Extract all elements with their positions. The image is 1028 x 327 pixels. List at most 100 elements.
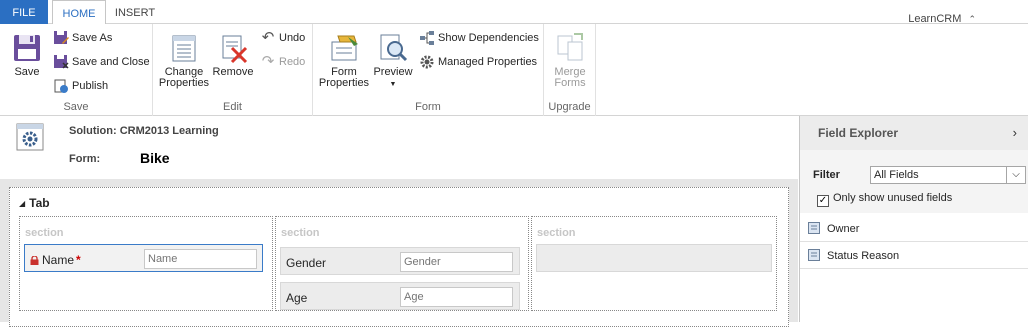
field-list-item-status-reason[interactable]: Status Reason — [800, 243, 1028, 269]
field-name-label: Name * — [30, 253, 81, 267]
remove-button[interactable]: Remove — [212, 32, 254, 78]
publish-icon — [54, 79, 68, 94]
ribbon-group-form-label: Form — [415, 101, 441, 113]
merge-forms-icon — [557, 33, 583, 61]
gear-icon — [420, 55, 434, 69]
tab-home[interactable]: HOME — [52, 0, 106, 25]
chevron-down-icon[interactable]: ⌵ — [1006, 167, 1025, 183]
filter-dropdown-value: All Fields — [874, 169, 919, 181]
save-as-button[interactable]: Save As — [53, 29, 112, 47]
preview-label: Preview — [373, 66, 413, 78]
user-name-truncated — [908, 2, 976, 12]
undo-button[interactable]: ↶ Undo — [260, 29, 306, 47]
section-1[interactable]: section Name * — [19, 216, 273, 311]
entity-settings-icon — [16, 123, 44, 151]
form-tab[interactable]: ◢ Tab section Name* section Gender — [9, 187, 789, 327]
save-button[interactable]: Save — [9, 32, 45, 78]
field-list-item-label: Owner — [827, 223, 860, 235]
ribbon: Save Save As Save and Close Publish Save — [0, 24, 1028, 116]
section-label: section — [281, 227, 320, 239]
tab-file[interactable]: FILE — [0, 0, 48, 24]
field-explorer-filter: Filter All Fields ⌵ ✓ Only show unused fi… — [800, 150, 1028, 213]
ribbon-group-upgrade: Merge Forms Upgrade — [544, 24, 596, 116]
filter-label: Filter — [813, 169, 840, 181]
managed-properties-label: Managed Properties — [438, 56, 538, 68]
publish-label: Publish — [72, 80, 109, 92]
field-explorer-header: Field Explorer › — [800, 116, 1028, 150]
form-header: Solution: CRM2013 Learning Form: Bike — [0, 116, 798, 179]
save-as-label: Save As — [72, 32, 113, 44]
only-unused-checkbox-row[interactable]: ✓ Only show unused fields — [817, 192, 952, 207]
section-3[interactable]: section — [531, 216, 777, 311]
remove-label: Remove — [212, 66, 254, 78]
ribbon-group-upgrade-label: Upgrade — [548, 101, 591, 113]
form-label: Form: — [69, 153, 101, 165]
field-list-item-owner[interactable]: Owner — [800, 216, 1028, 242]
ribbon-group-form: Form Properties Preview ▼ Show Dependenc… — [313, 24, 544, 116]
save-and-close-icon — [54, 55, 69, 69]
field-name[interactable]: Name * — [24, 244, 263, 272]
redo-icon: ↷ — [261, 53, 275, 71]
required-asterisk: * — [76, 253, 81, 267]
lock-icon — [30, 256, 39, 265]
undo-icon: ↶ — [261, 29, 275, 47]
undo-label: Undo — [279, 32, 306, 44]
redo-button[interactable]: ↷ Redo — [260, 53, 306, 71]
form-properties-label-2: Properties — [318, 77, 370, 89]
tab-insert[interactable]: INSERT — [110, 0, 160, 24]
save-and-close-label: Save and Close — [72, 56, 150, 68]
user-area[interactable]: LearnCRM ⌃ — [908, 2, 976, 25]
preview-dropdown-icon: ▼ — [389, 81, 397, 88]
form-properties-button[interactable]: Form Properties — [318, 32, 370, 89]
field-name-text: Name — [42, 253, 75, 267]
field-gender-label: Gender — [286, 256, 327, 270]
form-properties-icon — [331, 35, 358, 61]
field-icon — [808, 222, 820, 234]
tab-header[interactable]: ◢ Tab — [19, 196, 50, 210]
field-gender[interactable]: Gender — [280, 247, 520, 275]
name-input[interactable] — [144, 249, 257, 269]
section-2[interactable]: section Gender Age — [275, 216, 529, 311]
solution-name: Solution: CRM2013 Learning — [69, 125, 219, 137]
dependencies-icon — [420, 31, 434, 46]
field-explorer: Field Explorer › Filter All Fields ⌵ ✓ On… — [799, 116, 1028, 322]
tab-title: Tab — [29, 196, 50, 210]
redo-label: Redo — [279, 56, 306, 68]
save-and-close-button[interactable]: Save and Close — [53, 53, 150, 71]
age-input[interactable] — [400, 287, 513, 307]
field-age-label: Age — [286, 291, 308, 305]
save-button-label: Save — [14, 66, 40, 78]
preview-button[interactable]: Preview ▼ — [372, 32, 414, 90]
chevron-right-icon[interactable]: › — [1013, 125, 1017, 140]
publish-button[interactable]: Publish — [53, 77, 108, 95]
section-label: section — [537, 227, 576, 239]
gender-input[interactable] — [400, 252, 513, 272]
ribbon-group-edit: Change Properties Remove ↶ Undo ↷ Redo Edi… — [153, 24, 313, 116]
ribbon-group-save-label: Save — [63, 101, 89, 113]
field-icon — [808, 249, 820, 261]
change-properties-label-2: Properties — [158, 77, 210, 89]
properties-document-icon — [172, 35, 196, 62]
merge-forms-label-2: Forms — [554, 77, 586, 89]
expand-triangle-icon[interactable]: ◢ — [19, 199, 25, 208]
only-unused-label: Only show unused fields — [833, 192, 953, 204]
field-age[interactable]: Age — [280, 282, 520, 310]
show-dependencies-label: Show Dependencies — [438, 32, 539, 44]
section-label: section — [25, 227, 64, 239]
change-properties-button[interactable]: Change Properties — [158, 32, 210, 89]
ribbon-tab-strip: FILE HOME INSERT LearnCRM ⌃ — [0, 0, 1028, 25]
field-explorer-title: Field Explorer — [818, 126, 899, 140]
form-canvas: ◢ Tab section Name* section Gender — [0, 179, 798, 327]
ribbon-group-save: Save Save As Save and Close Publish Save — [0, 24, 153, 116]
field-list-item-label: Status Reason — [827, 250, 900, 262]
preview-magnifier-icon — [380, 34, 408, 62]
merge-forms-button[interactable]: Merge Forms — [550, 32, 590, 89]
empty-field-slot[interactable] — [536, 244, 772, 272]
show-dependencies-button[interactable]: Show Dependencies — [419, 29, 539, 47]
only-unused-checkbox[interactable]: ✓ — [817, 195, 829, 207]
remove-icon — [222, 35, 248, 64]
save-as-icon — [54, 31, 69, 45]
filter-dropdown[interactable]: All Fields ⌵ — [870, 166, 1026, 184]
form-name: Bike — [140, 150, 170, 166]
managed-properties-button[interactable]: Managed Properties — [419, 53, 537, 71]
